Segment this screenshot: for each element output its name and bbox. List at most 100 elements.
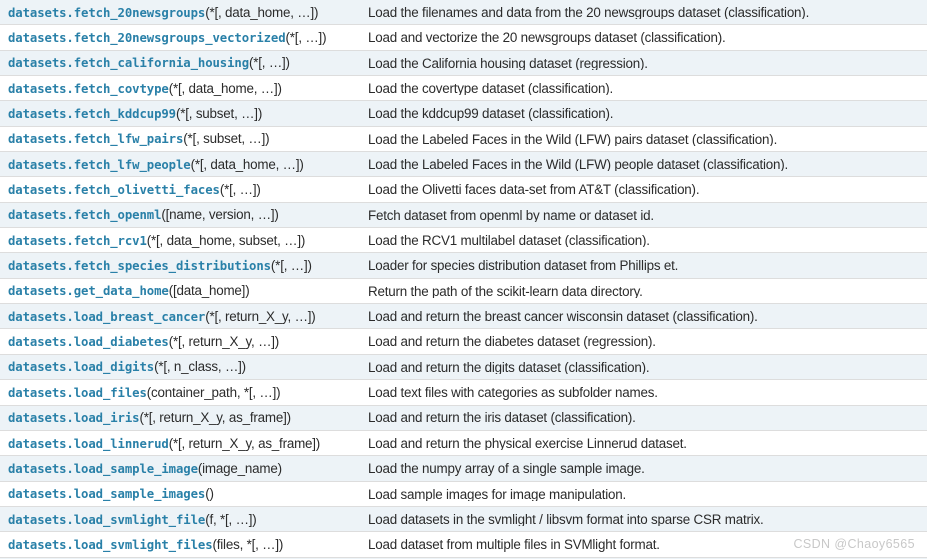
function-arguments: (*[, data_home, …]) <box>190 156 304 172</box>
function-description-cell: Load and vectorize the 20 newsgroups dat… <box>368 30 726 45</box>
function-arguments: (*[, return_X_y, as_frame]) <box>139 410 291 426</box>
function-link[interactable]: datasets.load_breast_cancer <box>8 310 205 324</box>
function-description-cell: Load and return the digits dataset (clas… <box>368 359 650 375</box>
function-link[interactable]: datasets.fetch_california_housing <box>8 56 249 70</box>
function-description-cell: Load the numpy array of a single sample … <box>368 461 645 476</box>
function-signature-cell: datasets.fetch_lfw_pairs(*[, subset, …]) <box>8 130 368 147</box>
function-signature-cell: datasets.load_sample_image(image_name) <box>8 460 368 477</box>
function-arguments: (*[, data_home, …]) <box>168 80 282 96</box>
function-signature-cell: datasets.load_breast_cancer(*[, return_X… <box>8 308 368 325</box>
table-row: datasets.get_data_home([data_home]) Retur… <box>0 278 927 305</box>
table-row: datasets.fetch_20newsgroups_vectorized(*… <box>0 25 927 51</box>
function-arguments: ([name, version, …]) <box>161 207 279 223</box>
function-arguments: (*[, return_X_y, …]) <box>205 308 316 324</box>
function-link[interactable]: datasets.fetch_openml <box>8 208 161 222</box>
function-arguments: (image_name) <box>197 460 282 476</box>
table-row: datasets.load_diabetes(*[, return_X_y, …… <box>0 329 927 355</box>
function-description-cell: Load the kddcup99 dataset (classificatio… <box>368 106 614 121</box>
table-row: datasets.fetch_lfw_people(*[, data_home,… <box>0 152 927 178</box>
function-link[interactable]: datasets.load_sample_images <box>8 487 205 501</box>
function-signature-cell: datasets.load_digits(*[, n_class, …]) <box>8 358 368 375</box>
function-description-cell: Load text files with categories as subfo… <box>368 385 658 400</box>
table-row: datasets.load_files(container_path, *[, … <box>0 380 927 406</box>
function-signature-cell: datasets.load_iris(*[, return_X_y, as_fr… <box>8 409 368 426</box>
function-arguments: (*[, …]) <box>285 30 327 46</box>
function-signature-cell: datasets.fetch_rcv1(*[, data_home, subse… <box>8 232 368 249</box>
function-link[interactable]: datasets.get_data_home <box>8 284 169 298</box>
function-link[interactable]: datasets.load_svmlight_file <box>8 513 205 527</box>
function-description-cell: Fetch dataset from openml by name or dat… <box>368 207 654 223</box>
function-description-cell: Load and return the diabetes dataset (re… <box>368 334 656 349</box>
table-row: datasets.load_sample_image(image_name) Lo… <box>0 456 927 482</box>
function-link[interactable]: datasets.fetch_covtype <box>8 82 169 96</box>
function-signature-cell: datasets.load_sample_images() <box>8 485 368 502</box>
function-arguments: (*[, data_home, …]) <box>205 4 319 20</box>
function-link[interactable]: datasets.fetch_olivetti_faces <box>8 183 220 197</box>
function-arguments: (*[, n_class, …]) <box>154 359 246 375</box>
function-signature-cell: datasets.load_diabetes(*[, return_X_y, …… <box>8 333 368 350</box>
function-description-cell: Load and return the physical exercise Li… <box>368 435 687 451</box>
table-row: datasets.fetch_species_distributions(*[,… <box>0 253 927 279</box>
function-arguments: (*[, subset, …]) <box>183 131 270 147</box>
function-signature-cell: datasets.fetch_covtype(*[, data_home, …]… <box>8 80 368 97</box>
function-arguments: (*[, …]) <box>270 258 312 274</box>
table-row: datasets.fetch_20newsgroups(*[, data_hom… <box>0 0 927 26</box>
function-link[interactable]: datasets.load_sample_image <box>8 462 198 476</box>
function-link[interactable]: datasets.load_diabetes <box>8 335 169 349</box>
function-description-cell: Load datasets in the svmlight / libsvm f… <box>368 511 764 527</box>
function-arguments: (*[, …]) <box>249 55 290 71</box>
function-link[interactable]: datasets.load_files <box>8 386 147 400</box>
function-description-cell: Load dataset from multiple files in SVMl… <box>368 537 660 552</box>
function-arguments: () <box>205 486 214 502</box>
function-link[interactable]: datasets.fetch_20newsgroups <box>8 6 205 20</box>
function-signature-cell: datasets.load_svmlight_file(f, *[, …]) <box>8 511 368 528</box>
table-row: datasets.fetch_lfw_pairs(*[, subset, …])… <box>0 126 927 153</box>
table-row: datasets.load_linnerud(*[, return_X_y, a… <box>0 430 927 457</box>
function-signature-cell: datasets.load_linnerud(*[, return_X_y, a… <box>8 435 368 452</box>
function-signature-cell: datasets.load_svmlight_files(files, *[, … <box>8 536 368 553</box>
function-arguments: (f, *[, …]) <box>205 511 257 527</box>
function-signature-cell: datasets.fetch_openml([name, version, …]… <box>8 206 368 223</box>
api-reference-table: datasets.fetch_20newsgroups(*[, data_hom… <box>0 0 927 559</box>
table-row: datasets.load_breast_cancer(*[, return_X… <box>0 304 927 330</box>
function-arguments: (container_path, *[, …]) <box>146 384 281 400</box>
function-signature-cell: datasets.fetch_lfw_people(*[, data_home,… <box>8 156 368 173</box>
function-description-cell: Load and return the iris dataset (classi… <box>368 410 636 425</box>
table-row: datasets.load_svmlight_file(f, *[, …]) Lo… <box>0 506 927 533</box>
function-description-cell: Load and return the breast cancer wiscon… <box>368 309 758 324</box>
function-description-cell: Load the California housing dataset (reg… <box>368 55 648 71</box>
table-row: datasets.load_sample_images() Load sample… <box>0 481 927 507</box>
function-link[interactable]: datasets.load_iris <box>8 411 140 425</box>
function-description-cell: Load the Labeled Faces in the Wild (LFW)… <box>368 131 778 147</box>
function-arguments: (*[, …]) <box>219 182 261 198</box>
function-arguments: (*[, return_X_y, …]) <box>168 334 280 350</box>
function-signature-cell: datasets.fetch_20newsgroups_vectorized(*… <box>8 29 368 46</box>
table-row: datasets.fetch_openml([name, version, …]… <box>0 202 927 229</box>
function-signature-cell: datasets.fetch_california_housing(*[, …]… <box>8 54 368 71</box>
table-row: datasets.fetch_covtype(*[, data_home, …]… <box>0 76 927 102</box>
function-link[interactable]: datasets.load_svmlight_files <box>8 538 213 552</box>
function-arguments: (*[, return_X_y, as_frame]) <box>168 435 321 451</box>
function-link[interactable]: datasets.load_linnerud <box>8 437 169 451</box>
function-link[interactable]: datasets.load_digits <box>8 360 154 374</box>
function-signature-cell: datasets.get_data_home([data_home]) <box>8 282 368 299</box>
function-link[interactable]: datasets.fetch_20newsgroups_vectorized <box>8 31 286 45</box>
function-link[interactable]: datasets.fetch_lfw_pairs <box>8 132 183 146</box>
function-description-cell: Load the filenames and data from the 20 … <box>368 4 810 20</box>
function-signature-cell: datasets.fetch_species_distributions(*[,… <box>8 257 368 274</box>
function-arguments: (files, *[, …]) <box>212 536 284 552</box>
function-description-cell: Load the Olivetti faces data-set from AT… <box>368 182 700 197</box>
function-signature-cell: datasets.load_files(container_path, *[, … <box>8 384 368 401</box>
function-link[interactable]: datasets.fetch_species_distributions <box>8 259 271 273</box>
table-row: datasets.fetch_kddcup99(*[, subset, …]) L… <box>0 101 927 127</box>
function-signature-cell: datasets.fetch_olivetti_faces(*[, …]) <box>8 181 368 198</box>
table-row: datasets.fetch_california_housing(*[, …]… <box>0 50 927 77</box>
function-description-cell: Load the Labeled Faces in the Wild (LFW)… <box>368 157 789 172</box>
function-description-cell: Load the RCV1 multilabel dataset (classi… <box>368 233 650 248</box>
function-arguments: (*[, data_home, subset, …]) <box>146 232 306 248</box>
table-row: datasets.load_digits(*[, n_class, …]) Loa… <box>0 354 927 381</box>
function-link[interactable]: datasets.fetch_lfw_people <box>8 158 191 172</box>
function-link[interactable]: datasets.fetch_rcv1 <box>8 234 147 248</box>
function-link[interactable]: datasets.fetch_kddcup99 <box>8 107 176 121</box>
function-description-cell: Load sample images for image manipulatio… <box>368 486 627 501</box>
